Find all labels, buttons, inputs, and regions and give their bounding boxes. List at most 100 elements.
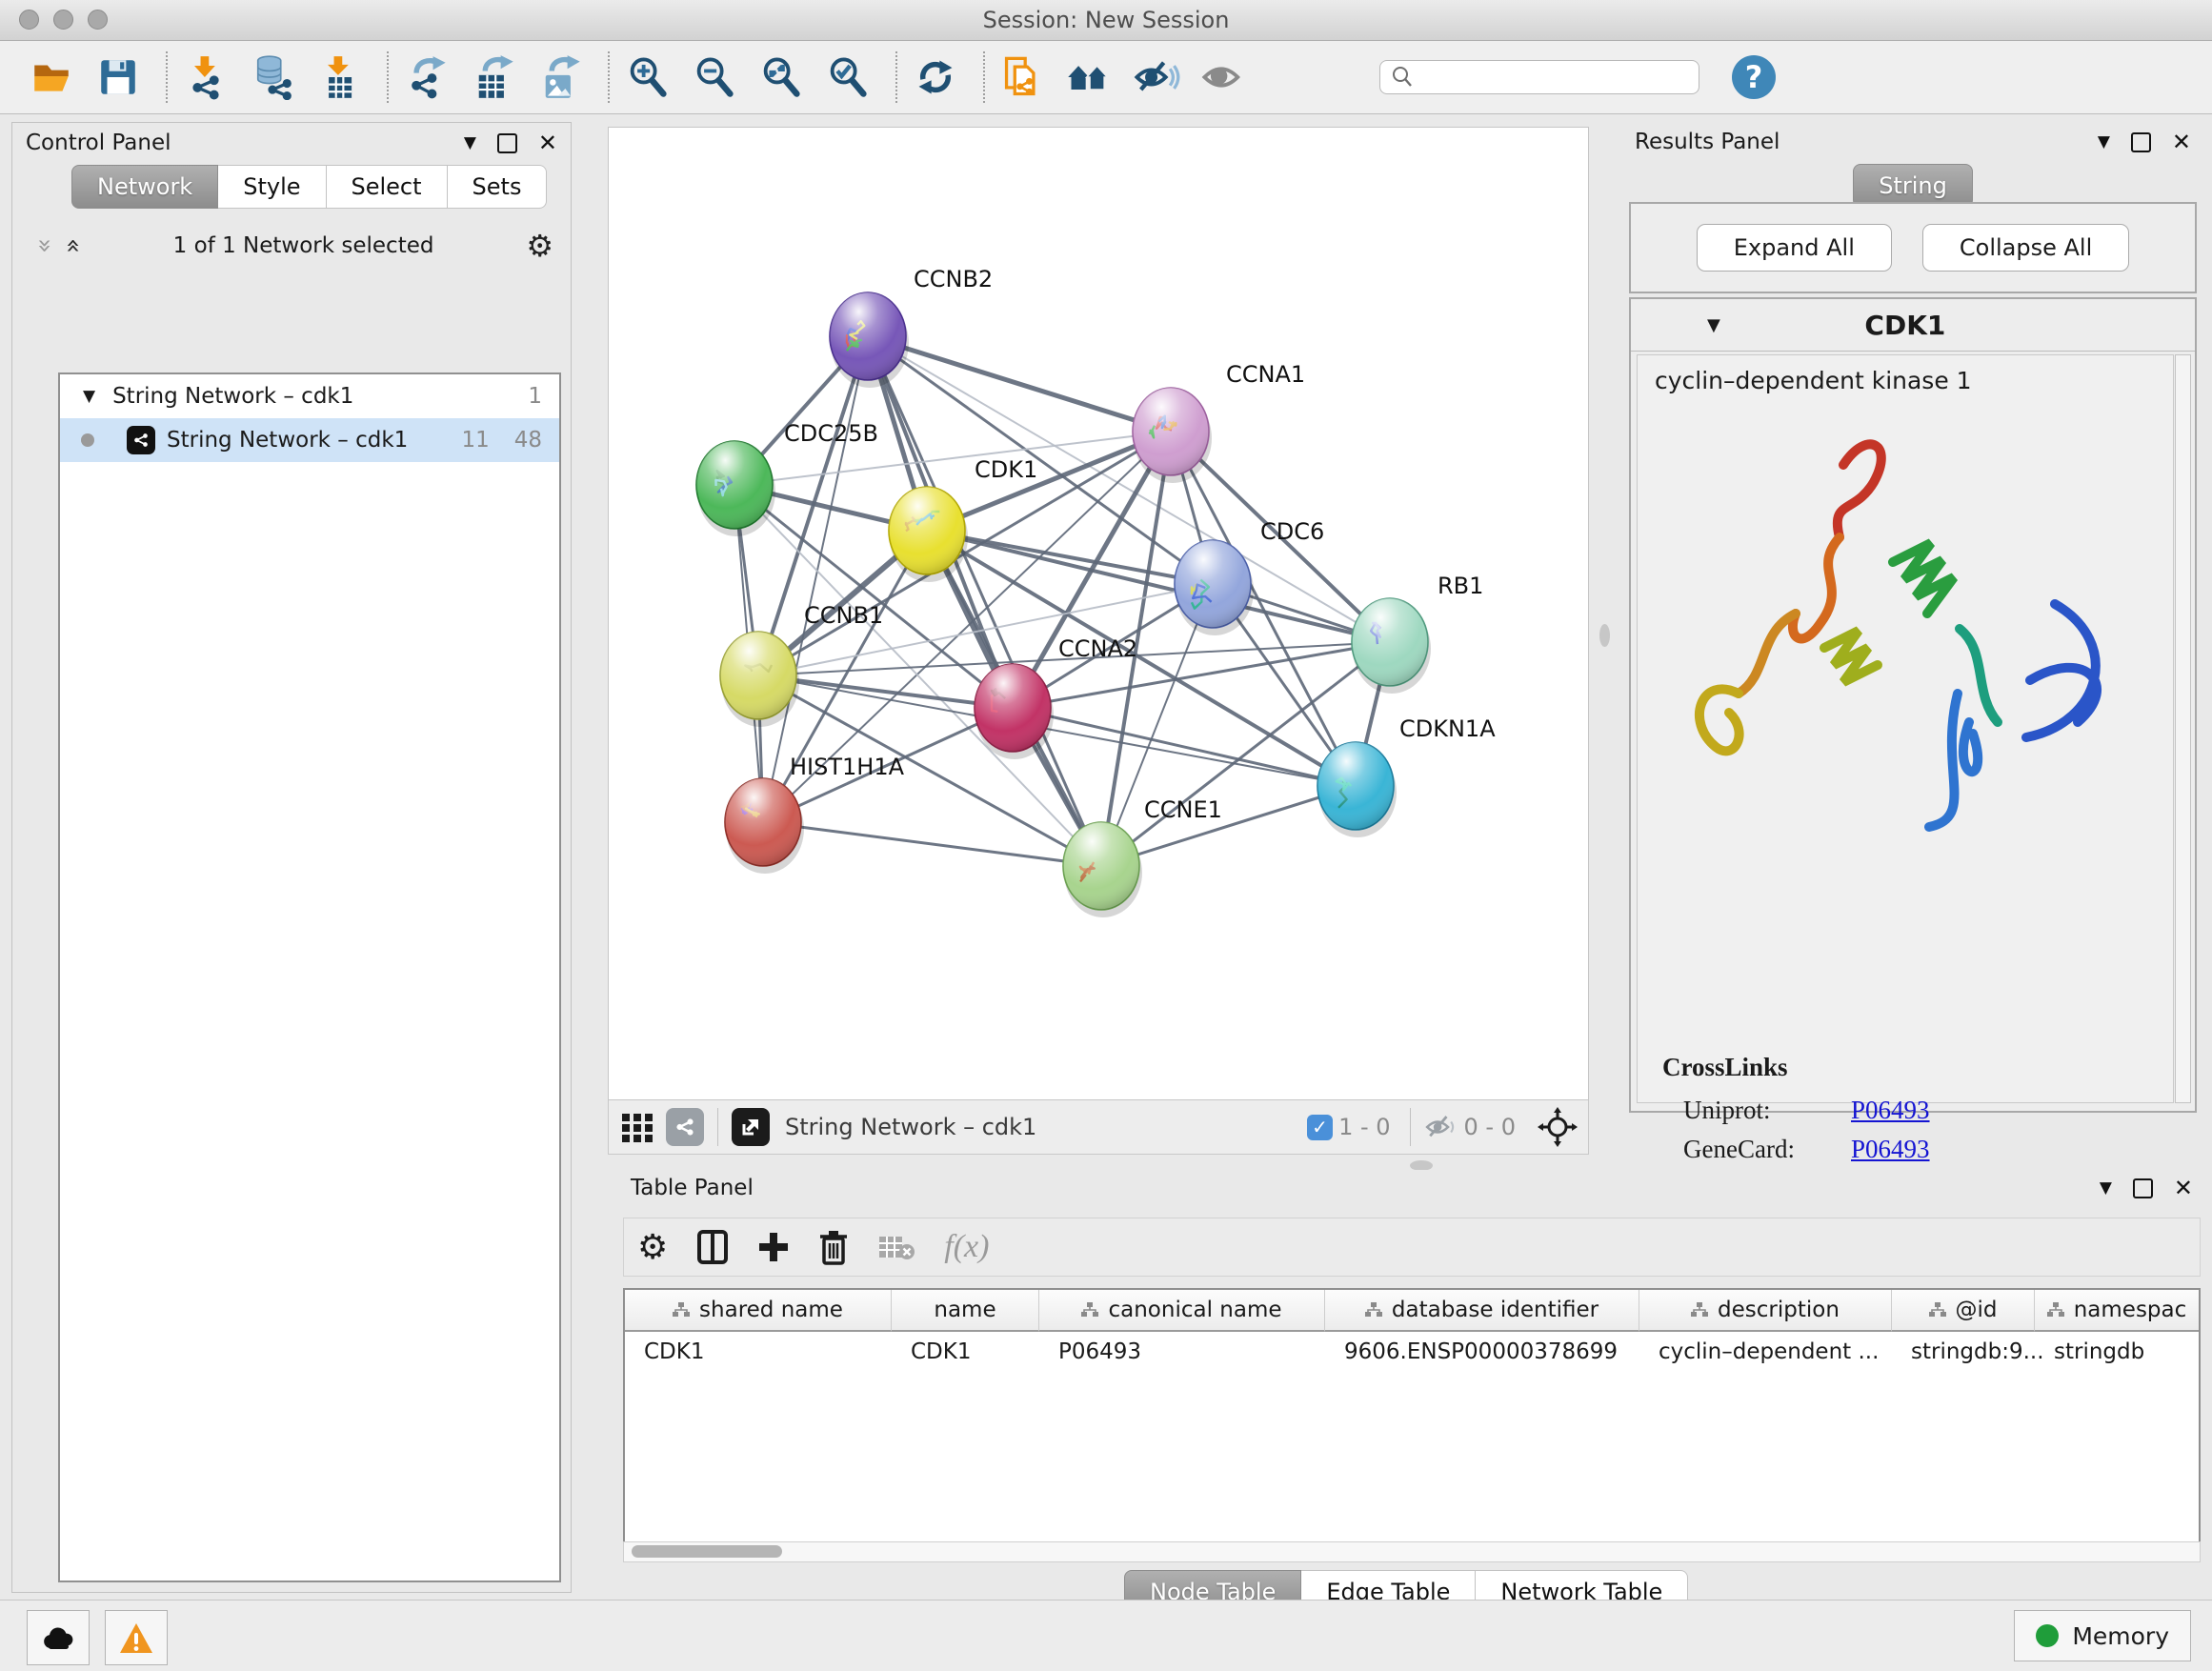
tab-select[interactable]: Select [327, 165, 448, 209]
memory-button[interactable]: Memory [2014, 1610, 2191, 1661]
refresh-icon[interactable] [911, 52, 960, 102]
panel-close-icon[interactable]: ✕ [2174, 1177, 2193, 1199]
cell-canonical-name[interactable]: P06493 [1039, 1332, 1325, 1372]
panel-close-icon[interactable]: ✕ [538, 131, 557, 154]
network-node-CCNE1[interactable]: CCNE1 [1063, 796, 1222, 917]
group-nodes-icon[interactable] [1065, 52, 1115, 102]
scrollbar-thumb[interactable] [632, 1545, 782, 1558]
cell-shared-name[interactable]: CDK1 [625, 1332, 892, 1372]
function-builder-icon[interactable]: f(x) [944, 1229, 989, 1265]
save-session-icon[interactable] [93, 52, 143, 102]
import-network-from-database-icon[interactable] [248, 52, 297, 102]
application-window: Session: New Session [0, 0, 2212, 1671]
collapse-all-networks-icon[interactable]: « [61, 238, 86, 253]
help-icon[interactable]: ? [1732, 55, 1776, 99]
tab-style[interactable]: Style [218, 165, 326, 209]
column-header-id[interactable]: @id [1892, 1290, 2035, 1332]
network-node-HIST1H1A[interactable]: HIST1H1A [725, 754, 905, 874]
network-node-CDC6[interactable]: CDC6 [1175, 518, 1324, 635]
network-row[interactable]: String Network – cdk1 11 48 [60, 418, 559, 462]
tab-sets[interactable]: Sets [448, 165, 548, 209]
open-session-icon[interactable] [27, 52, 76, 102]
network-node-CCNB1[interactable]: CCNB1 [720, 602, 883, 727]
zoom-fit-icon[interactable] [756, 52, 806, 102]
cell-database-identifier[interactable]: 9606.ENSP00000378699 [1325, 1332, 1639, 1372]
cell-name[interactable]: CDK1 [892, 1332, 1039, 1372]
network-collection-row[interactable]: ▼ String Network – cdk1 1 [60, 374, 559, 418]
column-header-description[interactable]: description [1639, 1290, 1892, 1332]
status-bar: Memory [0, 1600, 2212, 1671]
export-network-icon[interactable] [402, 52, 452, 102]
delete-column-trash-icon[interactable] [818, 1229, 849, 1265]
hidden-items-eye-slash-icon[interactable] [1424, 1113, 1458, 1141]
panel-close-icon[interactable]: ✕ [2172, 131, 2191, 153]
panel-collapse-icon[interactable]: ▼ [2100, 1178, 2112, 1198]
panel-float-icon[interactable] [497, 133, 517, 153]
network-view-title: String Network – cdk1 [785, 1114, 1307, 1140]
network-node-RB1[interactable]: RB1 [1352, 573, 1483, 694]
gene-expand-icon[interactable]: ▼ [1707, 315, 1720, 335]
cell-id[interactable]: stringdb:9... [1892, 1332, 2035, 1372]
node-label-CDC6: CDC6 [1260, 518, 1324, 545]
export-image-icon[interactable] [535, 52, 585, 102]
node-label-CCNA2: CCNA2 [1058, 635, 1137, 662]
import-network-icon[interactable] [181, 52, 231, 102]
results-panel-header: Results Panel ▼ ✕ [1621, 122, 2204, 162]
column-header-canonical-name[interactable]: canonical name [1039, 1290, 1325, 1332]
panel-collapse-icon[interactable]: ▼ [2098, 132, 2110, 151]
import-table-icon[interactable] [314, 52, 364, 102]
network-node-CCNA1[interactable]: CCNA1 [1133, 361, 1305, 483]
fit-content-crosshair-icon[interactable] [1537, 1106, 1579, 1148]
selected-counts: 1 - 0 [1338, 1114, 1390, 1140]
column-header-name[interactable]: name [892, 1290, 1039, 1332]
toolbar-separator [983, 51, 985, 103]
tree-expand-icon[interactable]: ▼ [83, 387, 95, 406]
table-settings-gear-icon[interactable]: ⚙ [637, 1228, 668, 1267]
zoom-out-icon[interactable] [690, 52, 739, 102]
birds-eye-view-icon[interactable] [618, 1108, 656, 1146]
panel-float-icon[interactable] [2131, 132, 2151, 152]
cell-namespace[interactable]: stringdb [2035, 1332, 2199, 1372]
network-node-CDKN1A[interactable]: CDKN1A [1317, 715, 1496, 837]
table-row[interactable]: CDK1 CDK1 P06493 9606.ENSP00000378699 cy… [625, 1332, 2199, 1372]
node-label-HIST1H1A: HIST1H1A [790, 754, 905, 780]
show-columns-icon[interactable] [696, 1229, 729, 1265]
selected-items-checkbox-icon[interactable]: ✓ [1307, 1115, 1333, 1140]
add-column-icon[interactable] [757, 1231, 790, 1263]
search-input[interactable] [1415, 65, 1699, 91]
expand-all-button[interactable]: Expand All [1697, 224, 1892, 272]
network-view-canvas[interactable]: CCNB2CCNA1CDC25BCDK1CDC6RB1CCNB1CCNA2CDK… [608, 127, 1589, 1100]
warnings-button[interactable] [105, 1610, 168, 1665]
node-label-CCNA1: CCNA1 [1226, 361, 1305, 388]
column-header-shared-name[interactable]: shared name [625, 1290, 892, 1332]
column-header-database-identifier[interactable]: database identifier [1325, 1290, 1639, 1332]
copy-network-icon[interactable] [998, 52, 1048, 102]
gene-symbol: CDK1 [1720, 310, 2090, 341]
collapse-all-button[interactable]: Collapse All [1922, 224, 2129, 272]
results-scrollbar[interactable] [2175, 354, 2191, 1103]
open-in-new-window-icon[interactable] [732, 1108, 770, 1146]
zoom-selected-icon[interactable] [823, 52, 873, 102]
network-options-gear-icon[interactable]: ⚙ [526, 228, 553, 264]
cloud-status-button[interactable] [27, 1610, 90, 1665]
network-view-toolbar: String Network – cdk1 ✓ 1 - 0 0 - 0 [608, 1100, 1589, 1155]
export-table-icon[interactable] [469, 52, 518, 102]
column-header-namespace[interactable]: namespac [2035, 1290, 2199, 1332]
expand-all-networks-icon[interactable]: » [32, 238, 57, 253]
table-horizontal-scrollbar[interactable] [623, 1541, 2201, 1562]
delete-table-icon[interactable] [877, 1233, 915, 1261]
gene-section-header[interactable]: ▼ CDK1 [1631, 299, 2195, 352]
hide-selected-icon[interactable] [1132, 52, 1181, 102]
zoom-in-icon[interactable] [623, 52, 673, 102]
search-box[interactable] [1379, 60, 1699, 94]
show-all-icon[interactable] [1198, 52, 1248, 102]
crosslink-genecard-link[interactable]: P06493 [1851, 1135, 1930, 1164]
network-share-icon[interactable] [666, 1108, 704, 1146]
crosslink-uniprot-link[interactable]: P06493 [1851, 1096, 1930, 1125]
panel-float-icon[interactable] [2133, 1178, 2153, 1198]
vertical-splitter-handle[interactable] [1599, 624, 1610, 647]
panel-collapse-icon[interactable]: ▼ [464, 133, 476, 152]
tab-network[interactable]: Network [71, 165, 218, 209]
network-nodes: CCNB2CCNA1CDC25BCDK1CDC6RB1CCNB1CCNA2CDK… [696, 266, 1496, 917]
cell-description[interactable]: cyclin–dependent ... [1639, 1332, 1892, 1372]
